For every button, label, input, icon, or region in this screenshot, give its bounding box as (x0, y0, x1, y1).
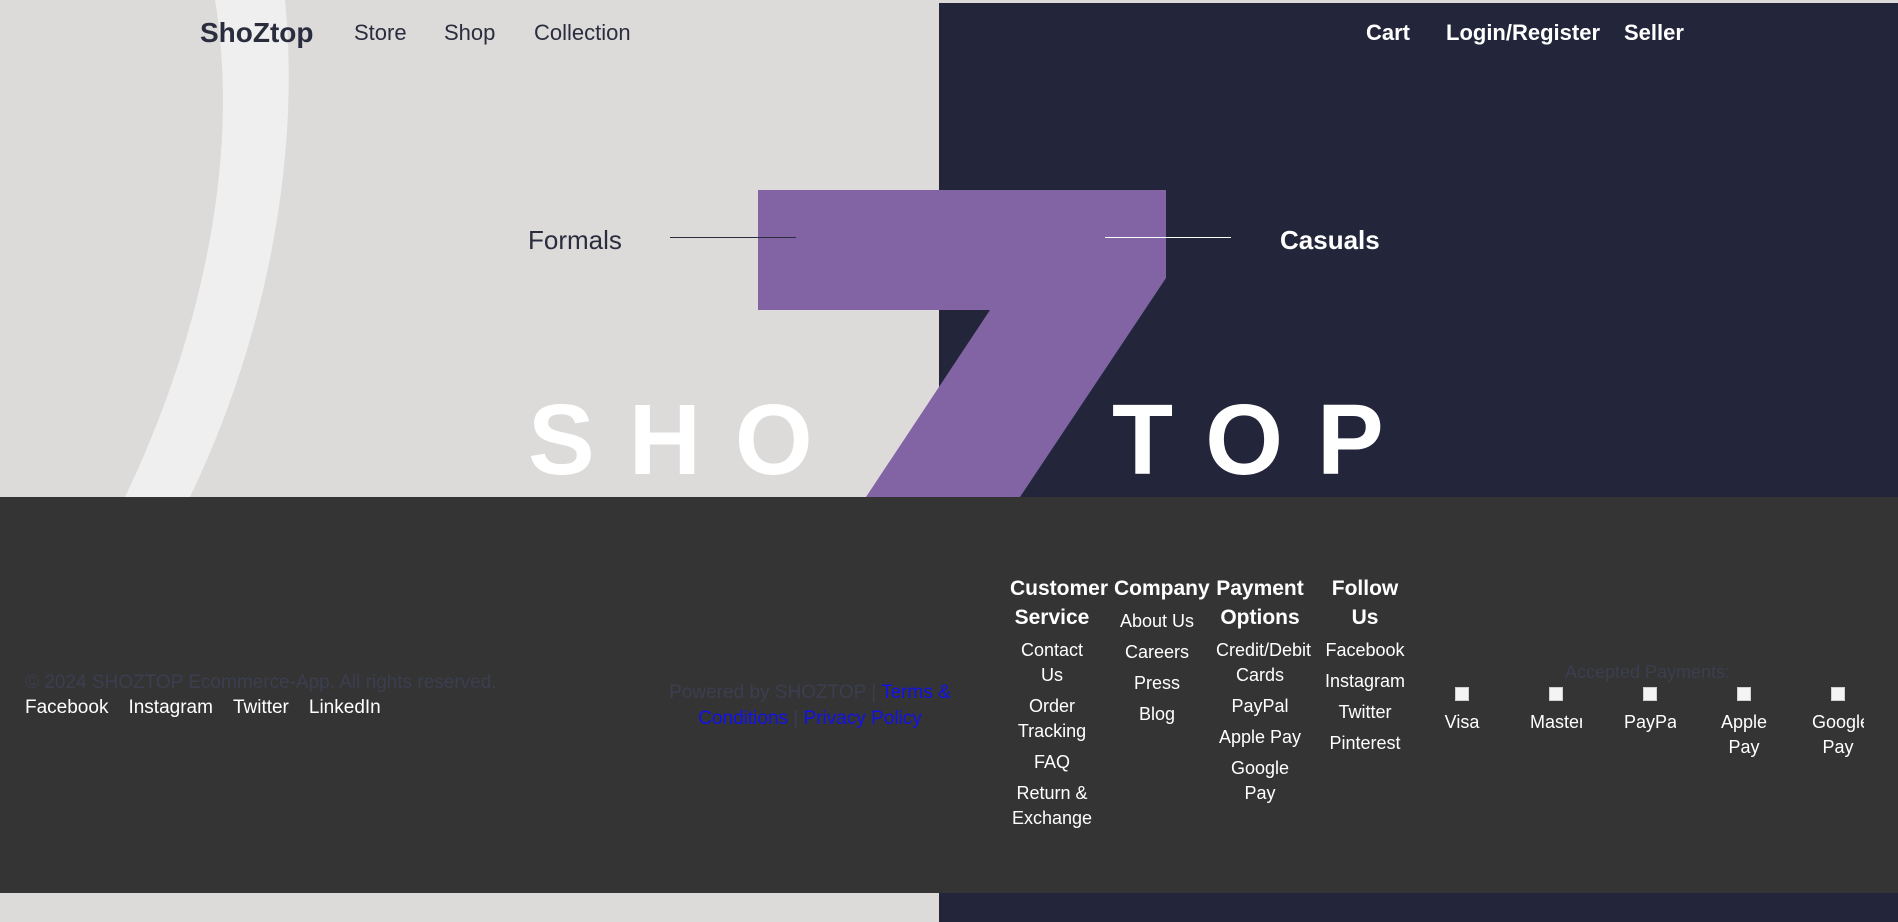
footer-link-cards[interactable]: Credit/Debit Cards (1216, 638, 1311, 688)
mastercard-alt-text: Master (1530, 712, 1582, 732)
broken-image-icon (1643, 687, 1657, 701)
apple-pay-logo: Apple Pay (1718, 685, 1770, 760)
footer-col-title: Customer Service (1010, 577, 1109, 629)
hero-word-left: SHO (528, 384, 847, 496)
footer-social-instagram[interactable]: Instagram (128, 697, 212, 719)
footer-link-paypal[interactable]: PayPal (1216, 694, 1304, 719)
footer-link-careers[interactable]: Careers (1114, 640, 1200, 665)
google-pay-logo: Google Pay (1812, 685, 1864, 760)
broken-image-icon (1549, 687, 1563, 701)
footer-social-twitter[interactable]: Twitter (233, 697, 289, 719)
footer-col-company: Company About Us Careers Press Blog (1114, 574, 1210, 733)
broken-image-icon (1455, 687, 1469, 701)
footer-follow-instagram[interactable]: Instagram (1322, 669, 1408, 694)
footer-link-apple-pay[interactable]: Apple Pay (1216, 725, 1304, 750)
casuals-line (1105, 237, 1231, 238)
footer-link-about[interactable]: About Us (1114, 609, 1200, 634)
footer-follow-pinterest[interactable]: Pinterest (1322, 731, 1408, 756)
nav-login-register[interactable]: Login/Register (1446, 20, 1600, 46)
broken-image-icon (1831, 687, 1845, 701)
privacy-link[interactable]: Privacy Policy (804, 708, 922, 729)
casuals-label[interactable]: Casuals (1280, 225, 1380, 256)
site-footer: © 2024 SHOZTOP Ecommerce-App. All rights… (0, 497, 1898, 893)
footer-link-press[interactable]: Press (1114, 671, 1200, 696)
footer-col-follow-us: Follow Us Facebook Instagram Twitter Pin… (1322, 574, 1408, 762)
footer-link-contact[interactable]: Contact Us (1010, 638, 1094, 688)
footer-col-payment-options: Payment Options Credit/Debit Cards PayPa… (1216, 574, 1311, 812)
visa-alt-text: Visa (1444, 712, 1480, 732)
footer-follow-twitter[interactable]: Twitter (1322, 700, 1408, 725)
footer-col-title: Company (1114, 577, 1210, 600)
footer-link-google-pay[interactable]: Google Pay (1216, 756, 1304, 806)
footer-follow-facebook[interactable]: Facebook (1322, 638, 1408, 663)
footer-link-return-exchange[interactable]: Return & Exchange (1010, 781, 1094, 831)
brand-logo[interactable]: ShoZtop (200, 17, 314, 49)
nav-shop[interactable]: Shop (444, 20, 495, 46)
paypal-alt-text: PayPal (1624, 712, 1676, 732)
powered-by: Powered by SHOZTOP | Terms & Conditions … (665, 680, 955, 732)
footer-col-title: Follow Us (1331, 577, 1399, 629)
google-pay-alt-text: Google Pay (1812, 712, 1864, 757)
footer-col-customer-service: Customer Service Contact Us Order Tracki… (1010, 574, 1109, 837)
footer-link-order-tracking[interactable]: Order Tracking (1010, 694, 1094, 744)
footer-social-linkedin[interactable]: LinkedIn (309, 697, 381, 719)
footer-col-title: Payment Options (1216, 577, 1304, 629)
link-separator: | (793, 708, 799, 729)
footer-link-faq[interactable]: FAQ (1010, 750, 1094, 775)
formals-line (670, 237, 796, 238)
footer-social-links: Facebook Instagram Twitter LinkedIn (25, 697, 381, 719)
copyright-text: © 2024 SHOZTOP Ecommerce-App. All rights… (25, 672, 497, 693)
powered-by-text: Powered by SHOZTOP | (669, 682, 877, 703)
footer-social-facebook[interactable]: Facebook (25, 697, 108, 719)
hero-word-right: TOP (1112, 384, 1418, 496)
footer-link-blog[interactable]: Blog (1114, 702, 1200, 727)
apple-pay-alt-text: Apple Pay (1720, 712, 1768, 757)
mastercard-logo: Master (1530, 685, 1582, 735)
nav-cart[interactable]: Cart (1366, 20, 1410, 46)
nav-seller[interactable]: Seller (1624, 20, 1684, 46)
nav-collection[interactable]: Collection (534, 20, 631, 46)
accepted-payments-title: Accepted Payments: (1565, 662, 1731, 682)
visa-logo: Visa (1436, 685, 1488, 735)
nav-store[interactable]: Store (354, 20, 407, 46)
seven-logo-mark (758, 190, 1166, 497)
paypal-logo: PayPal (1624, 685, 1676, 735)
broken-image-icon (1737, 687, 1751, 701)
formals-label[interactable]: Formals (528, 225, 622, 256)
